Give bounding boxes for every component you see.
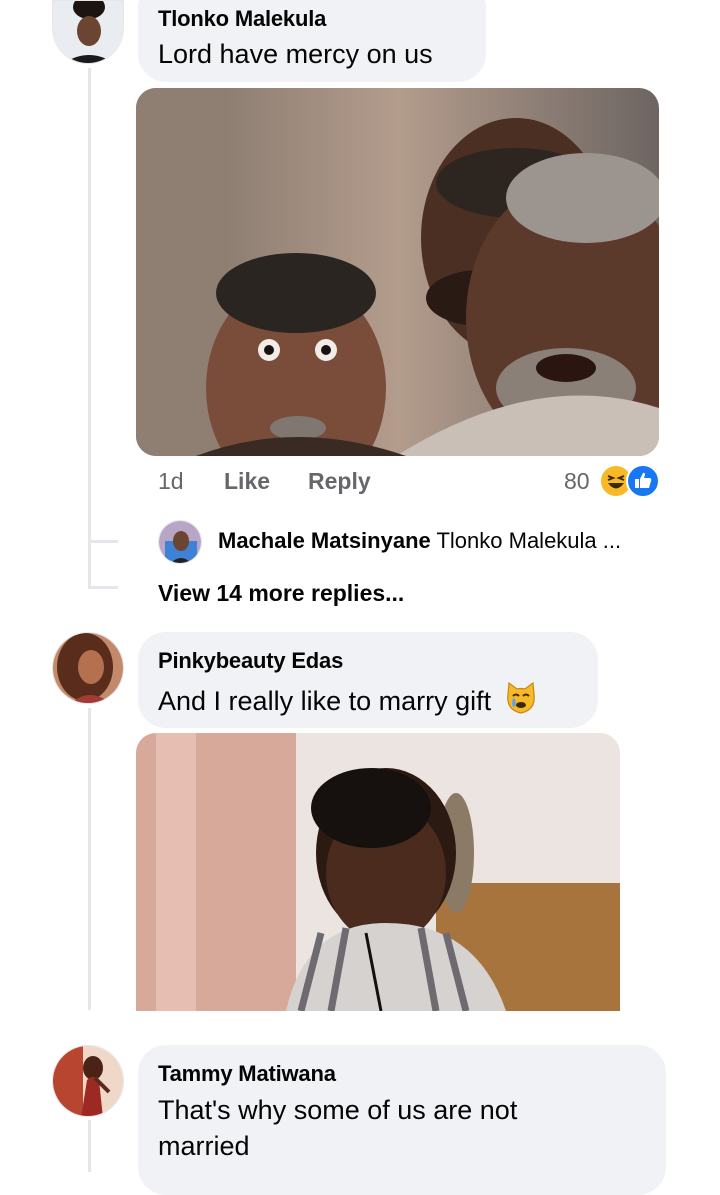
comment-time: 1d: [158, 468, 184, 494]
reply-text: Tlonko Malekula ...: [436, 528, 622, 553]
thread-branch: [88, 540, 118, 543]
reply-avatar[interactable]: [158, 520, 202, 564]
comment-text-body: And I really like to marry gift: [158, 686, 492, 716]
comment-image[interactable]: [136, 733, 620, 1011]
thread-line: [88, 1120, 91, 1172]
comment-image[interactable]: [136, 88, 659, 456]
like-icon: [626, 464, 660, 498]
avatar[interactable]: [52, 632, 124, 704]
thread-branch: [88, 586, 118, 589]
avatar[interactable]: [52, 1045, 124, 1117]
comment-bubble[interactable]: Tlonko Malekula Lord have mercy on us: [138, 0, 486, 82]
like-link[interactable]: Like: [224, 468, 270, 495]
crying-cat-face-emoji-icon: [503, 680, 539, 716]
thread-line: [88, 708, 91, 1010]
comment-bubble[interactable]: Pinkybeauty Edas And I really like to ma…: [138, 632, 598, 728]
avatar[interactable]: [52, 0, 124, 64]
reaction-count[interactable]: 80: [564, 468, 590, 495]
comment-author[interactable]: Tlonko Malekula: [158, 6, 326, 32]
comment-text-line-2: married: [158, 1131, 250, 1161]
reply-link[interactable]: Reply: [308, 468, 371, 495]
comment-bubble[interactable]: Tammy Matiwana That's why some of us are…: [138, 1045, 666, 1195]
comment-text-line-1: That's why some of us are not: [158, 1095, 518, 1125]
comment-author[interactable]: Pinkybeauty Edas: [158, 648, 343, 674]
comment-text: Lord have mercy on us: [158, 39, 433, 69]
comment-text: And I really like to marry gift: [158, 680, 539, 720]
thread-line: [88, 68, 91, 588]
reply-preview[interactable]: Machale Matsinyane Tlonko Malekula ...: [218, 528, 621, 554]
comment-author[interactable]: Tammy Matiwana: [158, 1061, 336, 1087]
reply-author[interactable]: Machale Matsinyane: [218, 528, 431, 553]
view-more-replies-link[interactable]: View 14 more replies...: [158, 580, 404, 607]
